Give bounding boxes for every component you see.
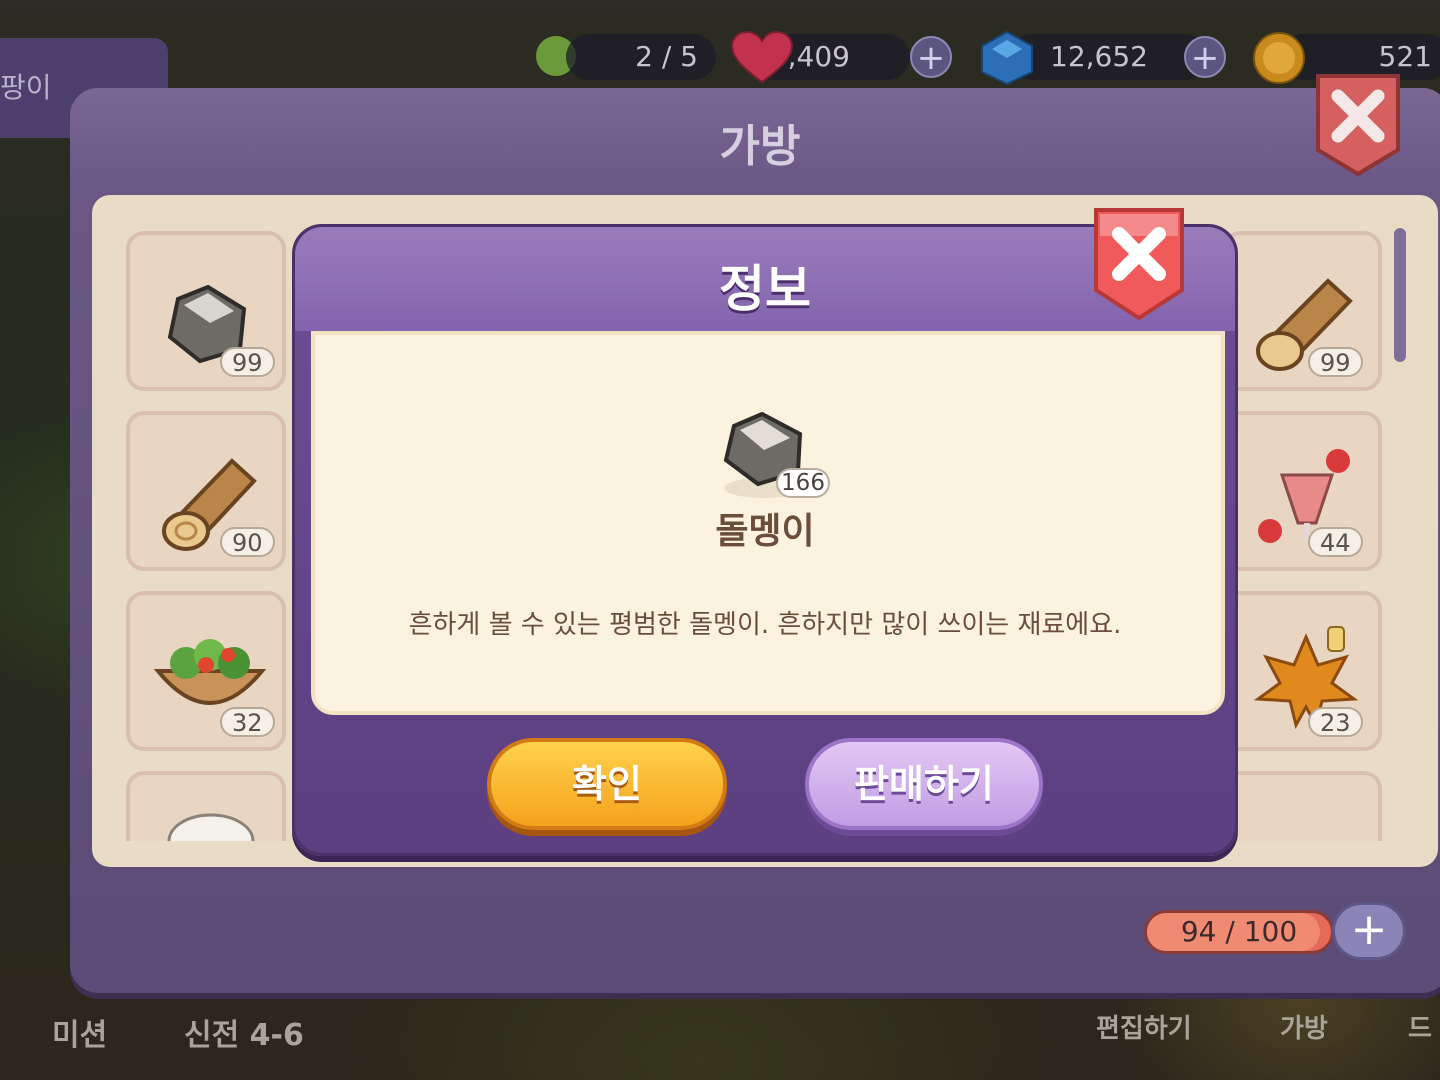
bag-capacity-bar: 94 / 100: [1144, 910, 1334, 954]
nav-temple: 신전 4-6: [184, 1018, 304, 1053]
item-count-badge: 166: [776, 468, 830, 498]
bag-capacity-text: 94 / 100: [1180, 915, 1298, 948]
bag-slot[interactable]: 32: [126, 591, 286, 751]
slot-count: 44: [1308, 527, 1363, 557]
item-name: 돌멩이: [715, 511, 815, 552]
expand-bag-button[interactable]: +: [1332, 902, 1406, 960]
bag-title: 가방: [719, 121, 801, 172]
slot-count: 99: [220, 347, 275, 377]
rice-icon: [167, 813, 255, 841]
bag-slot[interactable]: [126, 771, 286, 841]
slot-count: 32: [220, 707, 275, 737]
nav-edit: 편집하기: [1096, 1014, 1192, 1044]
slot-count: 99: [1308, 347, 1363, 377]
coin-icon: [1253, 32, 1305, 84]
bag-close-button[interactable]: [1312, 70, 1404, 178]
item-description: 흔하게 볼 수 있는 평범한 돌멩이. 흔하지만 많이 쓰이는 재료에요.: [408, 610, 1122, 640]
bag-slot[interactable]: 99: [1222, 231, 1382, 391]
nav-bag: 가방: [1280, 1014, 1328, 1044]
sell-button[interactable]: 판매하기: [805, 738, 1043, 830]
slot-count: 23: [1308, 707, 1363, 737]
heart-icon: [730, 30, 794, 84]
plus-icon: +: [1350, 904, 1388, 955]
bag-slot[interactable]: 99: [126, 231, 286, 391]
bag-slot[interactable]: 23: [1222, 591, 1382, 751]
bag-scrollbar[interactable]: [1394, 228, 1406, 362]
nav-mission: 미션: [52, 1018, 108, 1053]
gem-icon: [981, 30, 1033, 86]
info-close-button[interactable]: [1092, 206, 1186, 322]
bag-slot[interactable]: 44: [1222, 411, 1382, 571]
background-tag-label: 팡이: [0, 71, 52, 104]
bag-slot[interactable]: [1222, 771, 1382, 841]
confirm-button[interactable]: 확인: [487, 738, 727, 830]
stamina-value: 2 / 5: [566, 34, 716, 80]
add-hearts-button[interactable]: +: [910, 36, 952, 78]
add-gems-button[interactable]: +: [1184, 36, 1226, 78]
nav-more: 드: [1408, 1014, 1432, 1044]
bag-slot[interactable]: 90: [126, 411, 286, 571]
slot-count: 90: [220, 527, 275, 557]
gems-value: 12,652: [1008, 34, 1208, 80]
